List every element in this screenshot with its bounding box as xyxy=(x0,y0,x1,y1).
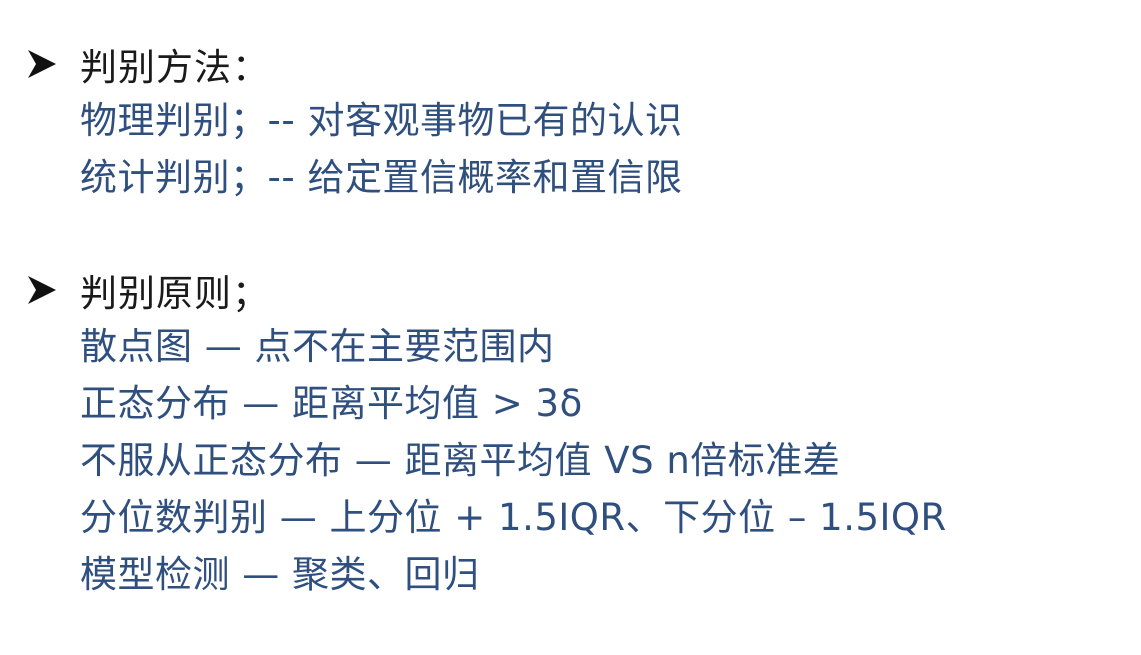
principle-line-model: 模型检测 — 聚类、回归 xyxy=(80,553,480,596)
heading-row-principles: 判别原则； xyxy=(24,262,947,318)
heading-row-methods: 判别方法： xyxy=(24,36,682,92)
section-methods: 判别方法： 物理判别；-- 对客观事物已有的认识 统计判别；-- 给定置信概率和… xyxy=(24,36,682,206)
section-heading-methods: 判别方法： xyxy=(80,46,270,89)
method-line-physical: 物理判别；-- 对客观事物已有的认识 xyxy=(80,99,683,142)
principle-line-non-normal: 不服从正态分布 — 距离平均值 VS n倍标准差 xyxy=(80,439,841,482)
section-principles: 判别原则； 散点图 — 点不在主要范围内 正态分布 — 距离平均值 > 3δ 不… xyxy=(24,262,947,603)
principle-line-scatter: 散点图 — 点不在主要范围内 xyxy=(80,325,555,368)
method-line-statistical: 统计判别；-- 给定置信概率和置信限 xyxy=(80,156,683,199)
principle-line-quantile: 分位数判别 — 上分位 + 1.5IQR、下分位 – 1.5IQR xyxy=(80,496,947,539)
arrowhead-bullet-icon xyxy=(28,50,56,78)
principle-line-normal: 正态分布 — 距离平均值 > 3δ xyxy=(80,382,583,425)
slide: 判别方法： 物理判别；-- 对客观事物已有的认识 统计判别；-- 给定置信概率和… xyxy=(0,0,1141,655)
section-heading-principles: 判别原则； xyxy=(80,272,270,315)
arrowhead-bullet-icon xyxy=(28,276,56,304)
